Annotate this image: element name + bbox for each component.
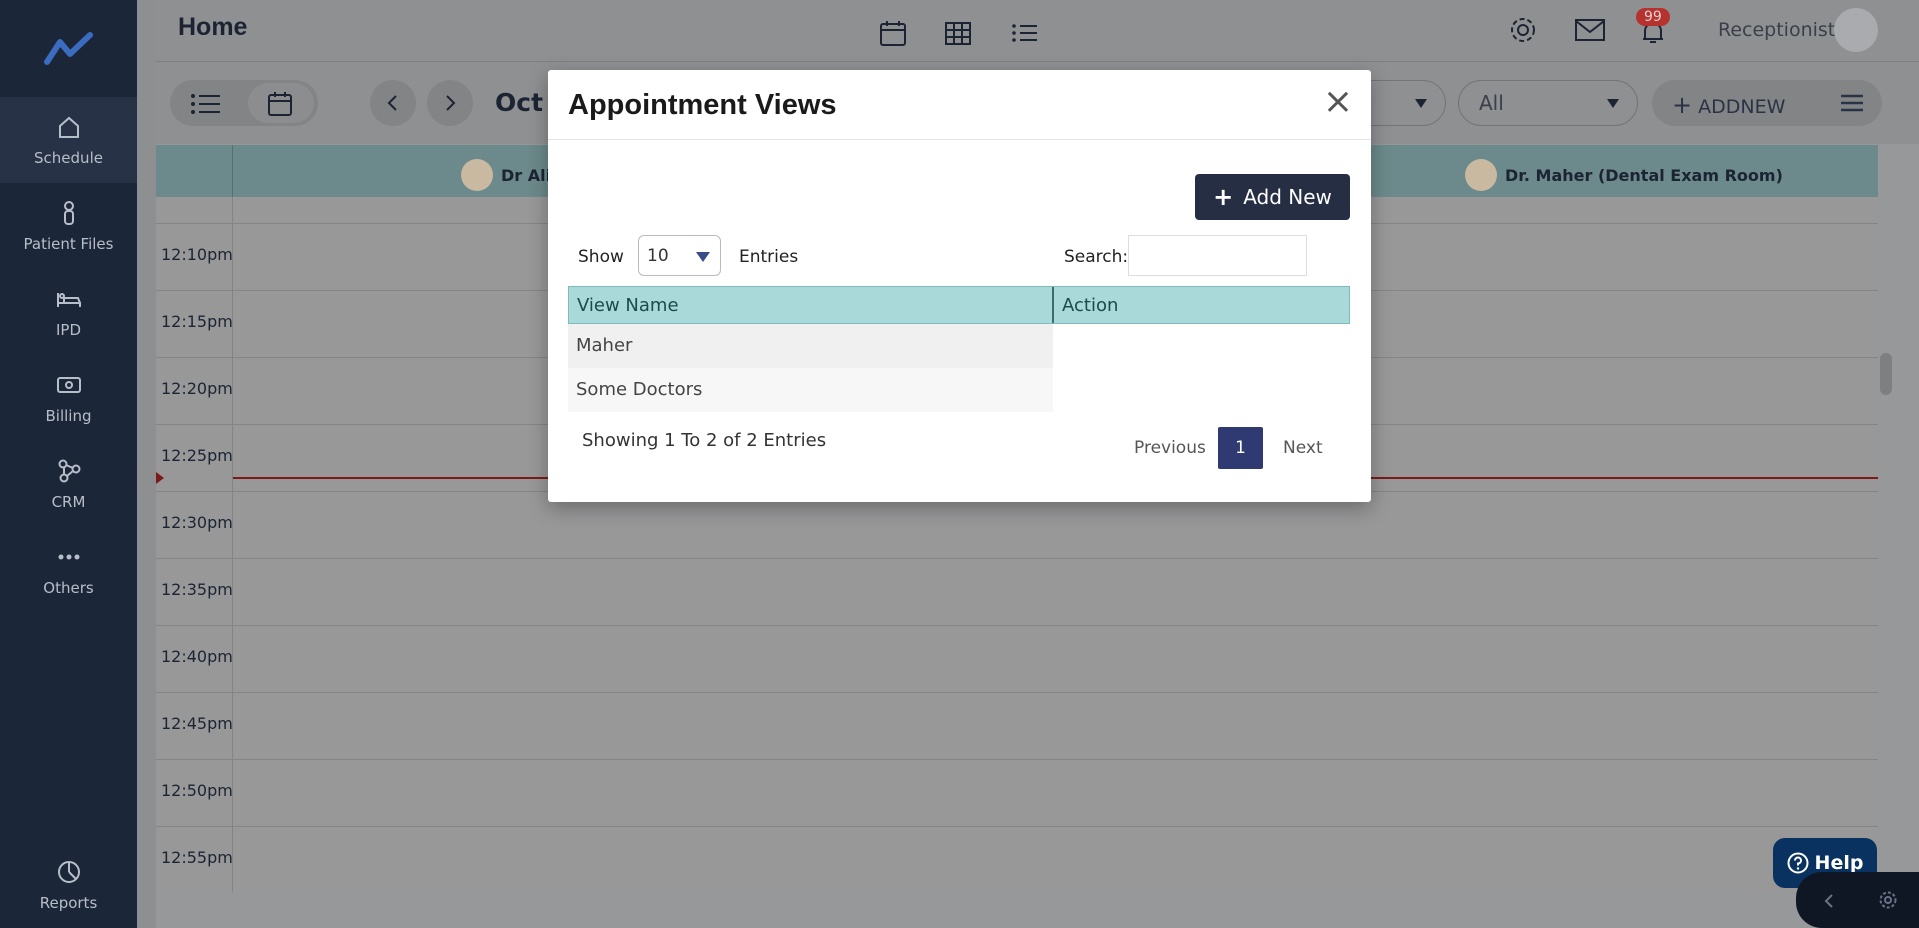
view-toggle (170, 80, 318, 126)
list-view-icon[interactable] (1010, 18, 1040, 48)
doctor-column-header[interactable]: Dr Ali (461, 159, 551, 191)
hamburger-icon[interactable] (1840, 94, 1864, 112)
sidebar-item-label: Others (43, 579, 94, 597)
pagination-info: Showing 1 To 2 of 2 Entries (582, 430, 827, 451)
table-row[interactable]: Maher (568, 324, 1350, 368)
home-icon (58, 116, 79, 138)
avatar[interactable] (1834, 8, 1878, 52)
sidebar-item-patient-files[interactable]: Patient Files (0, 183, 137, 269)
entries-label: Entries (739, 247, 799, 267)
sidebar-item-crm[interactable]: CRM (0, 441, 137, 527)
modal-header: Appointment Views × (548, 70, 1371, 140)
time-slot[interactable]: 12:40pm (156, 625, 1878, 692)
grid-view-icon[interactable] (943, 18, 973, 48)
entries-value: 10 (647, 246, 669, 266)
chevron-right-icon (446, 95, 456, 111)
app-logo[interactable] (0, 0, 137, 97)
top-bar: Home 99 Receptionist (156, 0, 1919, 62)
sidebar-item-reports[interactable]: Reports (0, 842, 137, 928)
modal-title: Appointment Views (568, 89, 837, 121)
sidebar-item-label: Billing (45, 407, 92, 425)
next-date-button[interactable] (427, 80, 473, 126)
next-page-button[interactable]: Next (1283, 438, 1323, 458)
list-icon[interactable] (190, 92, 222, 116)
column-header-action[interactable]: Action (1054, 287, 1126, 323)
gear-icon[interactable] (1878, 890, 1898, 910)
view-name-cell: Maher (568, 324, 1053, 368)
time-slot[interactable]: 12:35pm (156, 558, 1878, 625)
calendar-view-icon[interactable] (878, 18, 908, 48)
chevron-down-icon (1415, 99, 1427, 108)
network-icon (58, 459, 80, 483)
view-name-cell: Some Doctors (568, 368, 1053, 412)
sidebar-item-label: Schedule (34, 149, 103, 167)
show-label: Show (578, 247, 624, 267)
page-title: Home (178, 13, 248, 41)
sidebar-item-ipd[interactable]: IPD (0, 269, 137, 355)
time-slot[interactable]: 12:45pm (156, 692, 1878, 759)
previous-page-button[interactable]: Previous (1134, 438, 1206, 458)
sidebar-item-schedule[interactable]: Schedule (0, 97, 137, 183)
add-new-label: ADDNEW (1698, 96, 1786, 118)
calendar-icon (268, 92, 292, 116)
pie-chart-icon (57, 861, 80, 883)
bottom-tray (1796, 872, 1919, 928)
doctor-avatar (461, 159, 493, 191)
filter-select[interactable]: All (1458, 80, 1638, 126)
calendar-toggle[interactable] (248, 83, 314, 123)
current-time-marker (156, 472, 164, 484)
question-icon (1787, 852, 1809, 874)
table-header: View Name Action (568, 286, 1350, 324)
views-table: View Name Action Maher Some Doctors (568, 286, 1350, 412)
add-new-view-button[interactable]: + Add New (1195, 174, 1350, 220)
dots-icon (58, 554, 79, 560)
column-header-view-name[interactable]: View Name (569, 287, 1054, 323)
doctor-name: Dr Ali (501, 165, 552, 185)
plus-icon: + (1213, 183, 1234, 211)
sidebar-item-billing[interactable]: Billing (0, 355, 137, 441)
page-number-button[interactable]: 1 (1218, 427, 1263, 469)
cash-icon (56, 377, 81, 393)
sidebar-item-label: IPD (55, 321, 82, 339)
scrollbar[interactable] (1880, 353, 1892, 395)
mail-icon[interactable] (1574, 17, 1606, 43)
add-new-appointment-button[interactable]: + ADDNEW (1652, 80, 1882, 126)
notification-badge: 99 (1636, 8, 1670, 26)
help-label: Help (1814, 852, 1864, 874)
doctor-avatar (1465, 159, 1497, 191)
time-slot[interactable]: 12:55pm (156, 826, 1878, 893)
close-icon[interactable]: × (1323, 84, 1353, 120)
appointment-views-modal: Appointment Views × + Add New Show 10 En… (548, 70, 1371, 502)
doctor-name: Dr. Maher (Dental Exam Room) (1505, 165, 1783, 185)
search-label: Search: (1064, 247, 1129, 267)
sidebar-item-label: Reports (39, 894, 98, 912)
entries-per-page-select[interactable]: 10 (638, 235, 721, 276)
plus-icon: + (1672, 91, 1693, 119)
person-icon (63, 201, 74, 225)
chevron-left-icon (387, 95, 397, 111)
time-column (156, 197, 233, 892)
add-new-label: Add New (1243, 185, 1332, 209)
user-role[interactable]: Receptionist (1718, 19, 1835, 41)
sidebar: Schedule Patient Files IPD Billing CRM O… (0, 0, 137, 928)
table-row[interactable]: Some Doctors (568, 368, 1350, 412)
time-slot[interactable]: 12:50pm (156, 759, 1878, 826)
filter-value: All (1479, 91, 1504, 115)
logo-icon (43, 31, 93, 65)
search-input[interactable] (1128, 235, 1307, 276)
previous-date-button[interactable] (370, 80, 416, 126)
sidebar-item-others[interactable]: Others (0, 527, 137, 613)
bed-icon (56, 293, 81, 307)
doctor-column-header[interactable]: Dr. Maher (Dental Exam Room) (1465, 159, 1783, 191)
chevron-down-icon (696, 252, 710, 262)
sidebar-item-label: Patient Files (23, 235, 114, 253)
chevron-left-icon[interactable] (1822, 892, 1836, 910)
gear-icon[interactable] (1508, 15, 1538, 45)
sidebar-item-label: CRM (51, 493, 86, 511)
chevron-down-icon (1607, 99, 1619, 108)
